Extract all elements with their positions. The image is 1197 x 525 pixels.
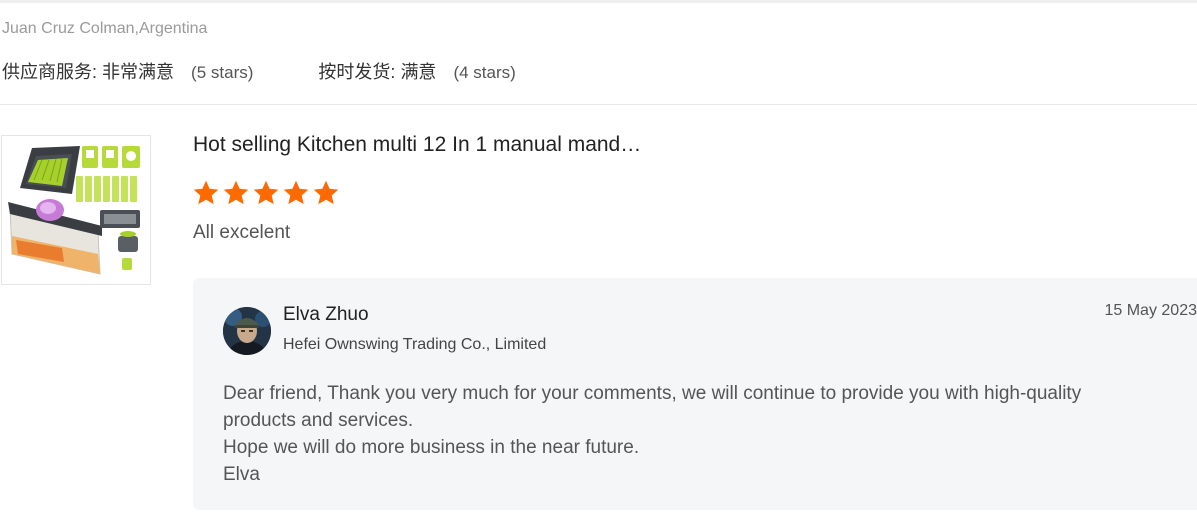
rating-on-time-shipping: 按时发货: 满意 (4 stars) [318, 58, 515, 84]
star-icon [283, 180, 309, 205]
product-image[interactable] [1, 135, 151, 285]
star-icon [193, 180, 219, 205]
review-comment: All excelent [193, 222, 291, 243]
avatar [223, 307, 271, 355]
rating-value: 满意 [400, 62, 437, 82]
rating-label: 按时发货: [318, 62, 396, 82]
vegetable-chopper-product-image [2, 136, 150, 284]
supplier-company[interactable]: Hefei Ownswing Trading Co., Limited [283, 336, 546, 354]
user-avatar-icon [223, 307, 271, 355]
buyer-name: Juan Cruz Colman,Argentina [2, 20, 208, 37]
rating-stars-text: (4 stars) [453, 63, 516, 82]
reply-date: 15 May 2023 [1104, 302, 1197, 319]
rating-label: 供应商服务: [2, 62, 98, 82]
rating-supplier-service: 供应商服务: 非常满意 (5 stars) [2, 58, 253, 84]
reply-line: Dear friend, Thank you very much for you… [223, 383, 1082, 404]
star-icon [313, 180, 339, 205]
section-divider [0, 104, 1197, 105]
supplier-name: Elva Zhuo [283, 304, 369, 325]
supplier-ratings: 供应商服务: 非常满意 (5 stars) 按时发货: 满意 (4 stars) [2, 58, 516, 84]
star-icon [253, 180, 279, 205]
reply-line: Elva [223, 464, 260, 485]
rating-stars-text: (5 stars) [191, 63, 254, 82]
star-icon [223, 180, 249, 205]
reply-message: Dear friend, Thank you very much for you… [223, 380, 1173, 488]
supplier-reply: Elva Zhuo Hefei Ownswing Trading Co., Li… [193, 278, 1197, 510]
rating-value: 非常满意 [102, 62, 175, 82]
reply-line: Hope we will do more business in the nea… [223, 437, 640, 458]
reply-line: products and services. [223, 410, 414, 431]
product-title[interactable]: Hot selling Kitchen multi 12 In 1 manual… [193, 133, 641, 157]
top-divider [0, 0, 1197, 3]
review-star-rating [192, 179, 342, 207]
